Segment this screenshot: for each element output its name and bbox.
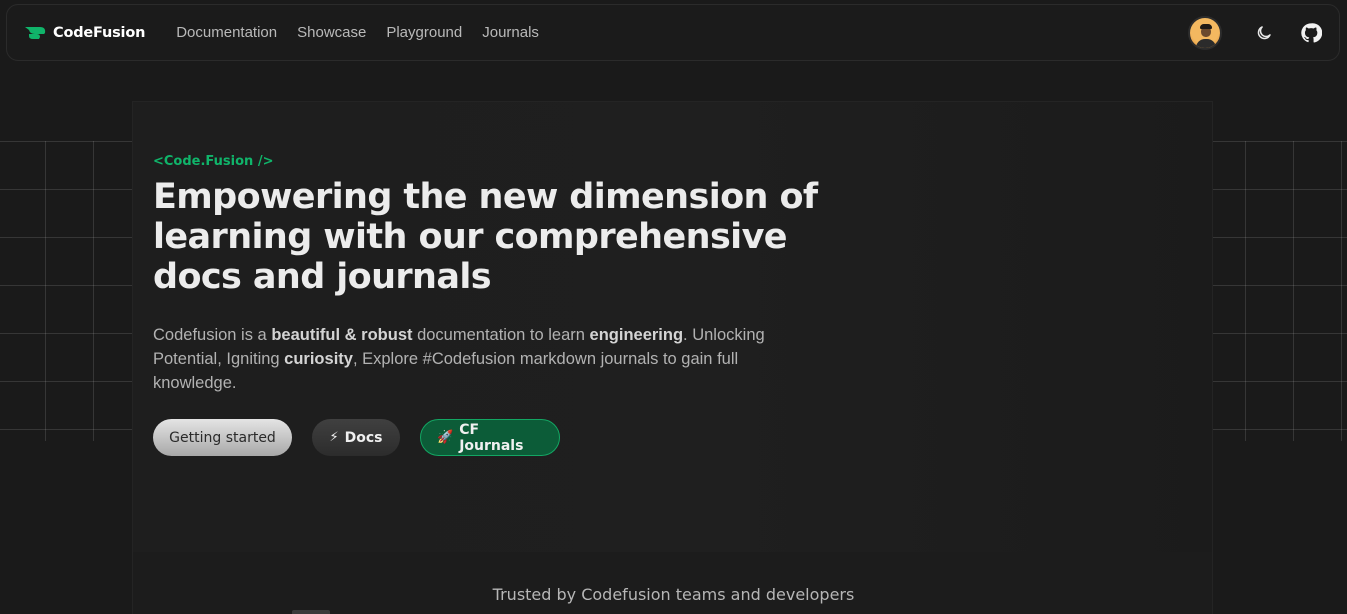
- headline-line-1: Empowering the new dimension of: [153, 177, 818, 217]
- nav-link-documentation[interactable]: Documentation: [176, 24, 277, 41]
- brand-logo[interactable]: CodeFusion: [23, 25, 145, 41]
- navbar: CodeFusion Documentation Showcase Playgr…: [6, 4, 1340, 61]
- avatar[interactable]: [1188, 15, 1222, 50]
- nav-link-playground[interactable]: Playground: [386, 24, 462, 41]
- desc-text-1: Codefusion is a: [153, 326, 272, 344]
- github-button[interactable]: [1297, 19, 1325, 47]
- trusted-heading: Trusted by Codefusion teams and develope…: [492, 585, 855, 604]
- cf-journals-button-label: CF Journals: [459, 421, 524, 454]
- hero-section: <Code.Fusion /> Empowering the new dimen…: [132, 101, 1213, 552]
- trusted-section: [132, 552, 1213, 614]
- desc-bold-1: beautiful & robust: [271, 326, 413, 344]
- headline-line-3: docs and journals: [153, 257, 492, 297]
- rocket-icon: 🚀: [437, 430, 454, 445]
- codefusion-logo-icon: [25, 26, 46, 39]
- headline-line-2: learning with our comprehensive: [153, 217, 788, 257]
- hero-buttons: Getting started ⚡ Docs 🚀 CF Journals: [153, 419, 560, 456]
- desc-bold-3: curiosity: [284, 350, 353, 368]
- avatar-body: [1196, 38, 1216, 48]
- docs-button-label: Docs: [344, 429, 383, 446]
- nav-link-showcase[interactable]: Showcase: [297, 24, 366, 41]
- lightning-icon: ⚡: [329, 430, 339, 445]
- cf-journals-button[interactable]: 🚀 CF Journals: [420, 419, 560, 456]
- brand-name: CodeFusion: [53, 24, 146, 41]
- desc-bold-2: engineering: [589, 326, 684, 344]
- theme-toggle-button[interactable]: [1250, 19, 1278, 47]
- nav-actions: [1188, 5, 1325, 60]
- nav-links: Documentation Showcase Playground Journa…: [176, 24, 559, 41]
- nav-link-journals[interactable]: Journals: [482, 24, 539, 41]
- hero-tag: <Code.Fusion />: [153, 154, 274, 169]
- hero-description: Codefusion is a beautiful & robust docum…: [153, 323, 793, 395]
- docs-button[interactable]: ⚡ Docs: [312, 419, 400, 456]
- partial-element: [292, 610, 330, 614]
- desc-text-2: documentation to learn: [412, 326, 590, 344]
- hero-headline: Empowering the new dimension of learning…: [153, 177, 833, 297]
- github-icon: [1301, 22, 1322, 42]
- avatar-hair: [1200, 23, 1212, 29]
- moon-icon: [1257, 25, 1271, 39]
- getting-started-button[interactable]: Getting started: [153, 419, 292, 456]
